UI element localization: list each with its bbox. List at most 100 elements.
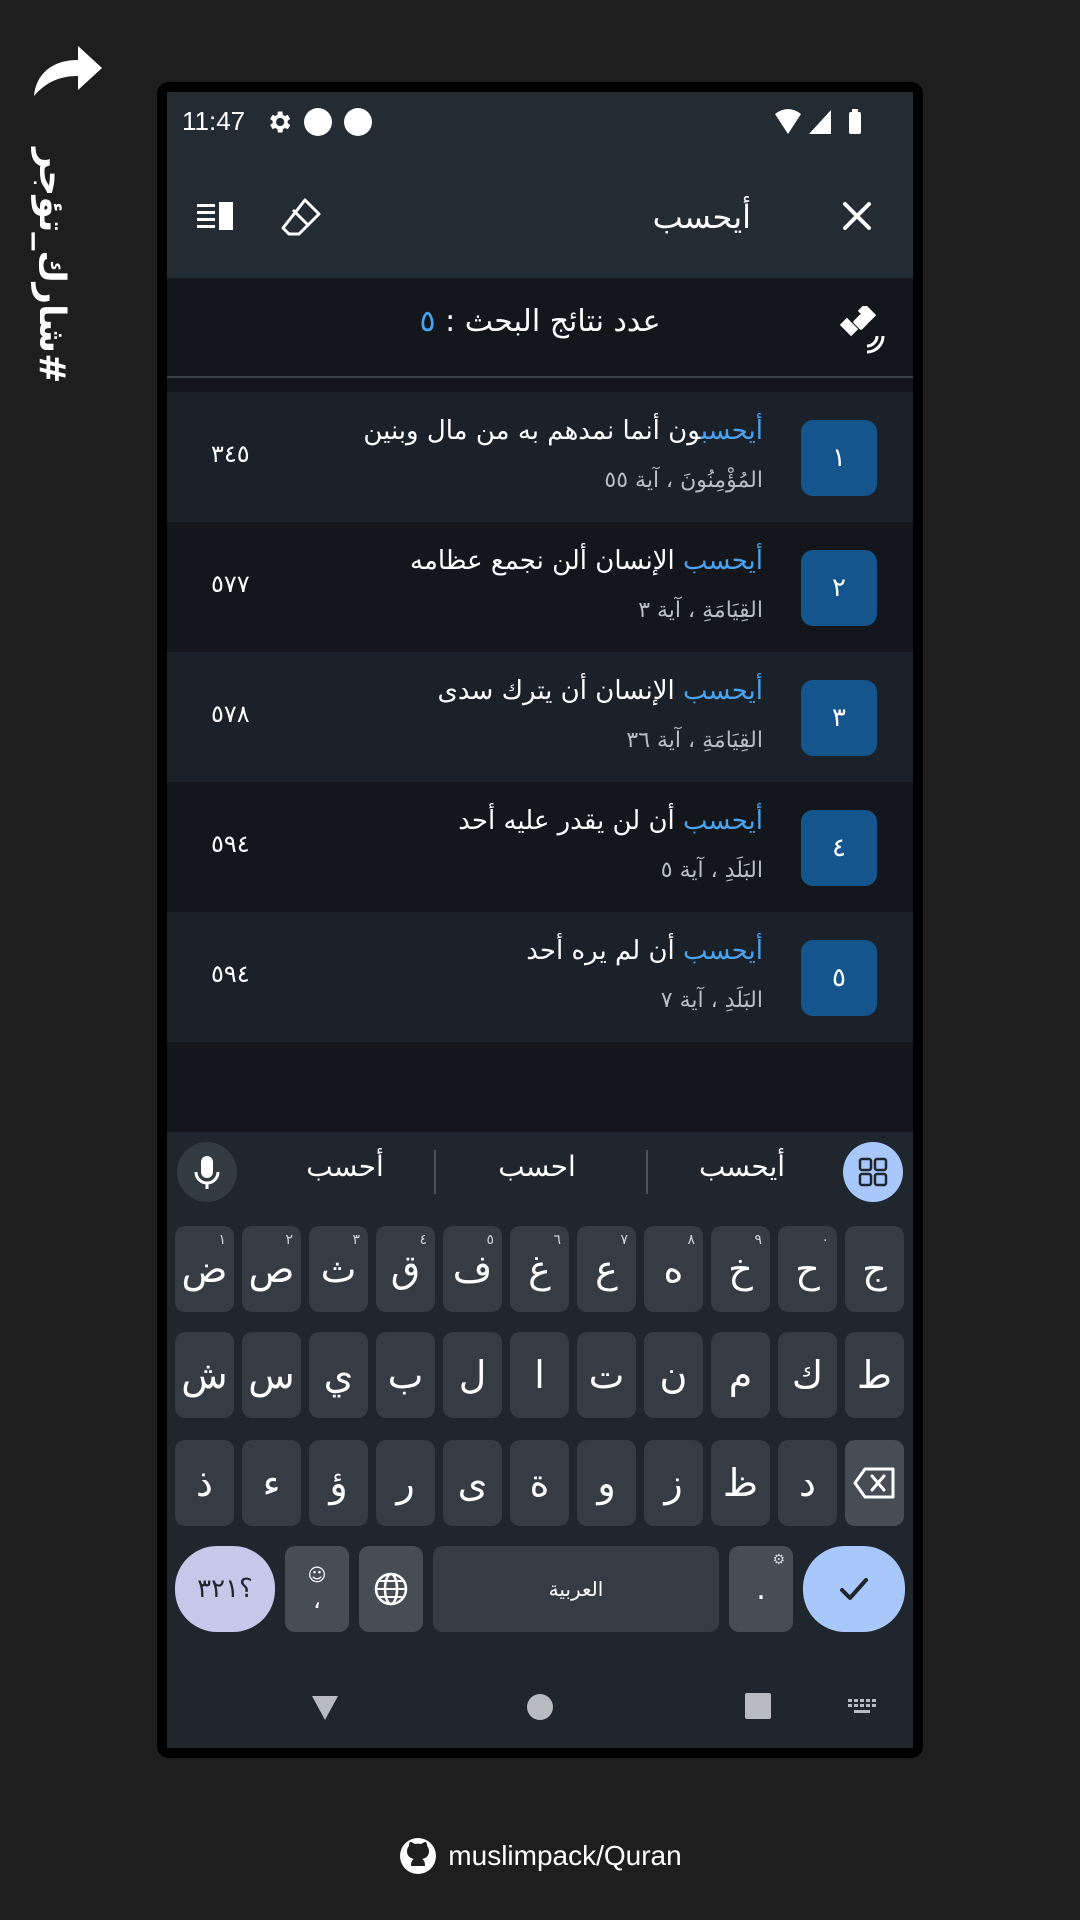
search-query[interactable]: أيحسب — [653, 198, 751, 236]
suggestion-item[interactable]: أحسب — [275, 1150, 415, 1183]
suggestion-divider — [434, 1150, 436, 1194]
result-highlight: أيحسب — [700, 416, 763, 446]
key-label: خ — [728, 1247, 753, 1291]
result-index-badge: ٣ — [801, 680, 877, 756]
result-reference: القِيَامَةِ ، آية ٣ — [638, 598, 763, 623]
key-label: ر — [396, 1461, 415, 1505]
key-label: ض — [181, 1247, 228, 1291]
enter-key[interactable] — [803, 1546, 905, 1632]
result-page-number: ٥٧٧ — [211, 570, 250, 598]
key-label: ص — [248, 1247, 295, 1291]
letter-key[interactable]: ل — [443, 1332, 502, 1418]
letter-key[interactable]: ك — [778, 1332, 837, 1418]
backspace-key[interactable] — [845, 1440, 904, 1526]
letter-key[interactable]: ش — [175, 1332, 234, 1418]
apps-grid-button[interactable] — [843, 1142, 903, 1202]
result-page-number: ٥٩٤ — [211, 960, 250, 988]
letter-key[interactable]: خ٩ — [711, 1226, 770, 1312]
letter-key[interactable]: ض١ — [175, 1226, 234, 1312]
key-label: ت — [588, 1353, 625, 1397]
letter-key[interactable]: ج — [845, 1226, 904, 1312]
letter-key[interactable]: ى — [443, 1440, 502, 1526]
letter-key[interactable]: ز — [644, 1440, 703, 1526]
result-row[interactable]: ٢ أيحسب الإنسان ألن نجمع عظامه القِيَامَ… — [167, 522, 913, 652]
letter-key[interactable]: س — [242, 1332, 301, 1418]
result-row[interactable]: ٣ أيحسب الإنسان أن يترك سدى القِيَامَةِ … — [167, 652, 913, 782]
symbols-key[interactable]: ؟٣٢١ — [175, 1546, 275, 1632]
microphone-button[interactable] — [177, 1142, 237, 1202]
letter-key[interactable]: ب — [376, 1332, 435, 1418]
key-label: ز — [664, 1461, 683, 1505]
letter-key[interactable]: ح٠ — [778, 1226, 837, 1312]
suggestion-item[interactable]: أيحسب — [667, 1150, 817, 1183]
microphone-icon — [194, 1156, 220, 1189]
letter-key[interactable]: ر — [376, 1440, 435, 1526]
letter-key[interactable]: ن — [644, 1332, 703, 1418]
key-label: و — [597, 1461, 616, 1505]
language-key[interactable] — [359, 1546, 423, 1632]
letter-key[interactable]: و — [577, 1440, 636, 1526]
result-verse-rest: أن لم يره أحد — [526, 936, 684, 966]
letter-key[interactable]: ظ — [711, 1440, 770, 1526]
result-index-badge: ٤ — [801, 810, 877, 886]
book-index-icon[interactable] — [193, 194, 237, 238]
letter-key[interactable]: م — [711, 1332, 770, 1418]
letter-key[interactable]: ق٤ — [376, 1226, 435, 1312]
emoji-icon: ☺ — [307, 1564, 327, 1586]
result-reference: المُؤْمِنُونَ ، آية ٥٥ — [604, 468, 763, 493]
result-index-badge: ٥ — [801, 940, 877, 1016]
back-nav-icon[interactable] — [310, 1692, 340, 1722]
letter-key[interactable]: ا — [510, 1332, 569, 1418]
github-link[interactable]: muslimpack/Quran — [398, 1836, 682, 1876]
letter-key[interactable]: ي — [309, 1332, 368, 1418]
period-key[interactable]: . ⚙ — [729, 1546, 793, 1632]
notification-dot-icon — [304, 108, 332, 136]
satellite-icon[interactable] — [837, 306, 885, 354]
letter-key[interactable]: ه٨ — [644, 1226, 703, 1312]
suggestion-item[interactable]: احسب — [467, 1150, 607, 1183]
result-verse-rest: الإنسان أن يترك سدى — [437, 676, 684, 706]
home-nav-icon[interactable] — [525, 1692, 555, 1722]
recents-nav-icon[interactable] — [744, 1692, 772, 1720]
letter-key[interactable]: ؤ — [309, 1440, 368, 1526]
result-verse-rest: الإنسان ألن نجمع عظامه — [410, 546, 684, 576]
key-label: ح — [795, 1247, 820, 1291]
result-page-number: ٥٧٨ — [211, 700, 250, 728]
letter-key[interactable]: ث٣ — [309, 1226, 368, 1312]
result-highlight: أيحسب — [683, 676, 763, 706]
letter-key[interactable]: ع٧ — [577, 1226, 636, 1312]
result-row[interactable]: ٤ أيحسب أن لن يقدر عليه أحد البَلَدِ ، آ… — [167, 782, 913, 912]
footer: muslimpack/Quran — [0, 1836, 1080, 1880]
letter-key[interactable]: ص٢ — [242, 1226, 301, 1312]
space-key[interactable]: العربية — [433, 1546, 719, 1632]
letter-key[interactable]: د — [778, 1440, 837, 1526]
results-list: ١ أيحسبون أنما نمدهم به من مال وبنين الم… — [167, 392, 913, 1042]
letter-key[interactable]: ت — [577, 1332, 636, 1418]
result-row[interactable]: ٥ أيحسب أن لم يره أحد البَلَدِ ، آية ٧ ٥… — [167, 912, 913, 1042]
share-hashtag-text: #شارك_تؤجر — [31, 148, 72, 384]
key-hint: ٠ — [821, 1232, 829, 1248]
search-toolbar: أيحسب — [167, 154, 913, 278]
keyboard: أحسب احسب أيحسب جح٠خ٩ه٨ع٧غ٦ف٥ق٤ث٣ص٢ض١طكم… — [167, 1132, 913, 1748]
battery-icon — [849, 112, 861, 134]
close-icon[interactable] — [835, 194, 879, 238]
result-verse: أيحسب أن لم يره أحد — [526, 936, 763, 966]
app-screen: 11:47 أيحسب عدد نتائج البحث: ٥ ١ أيحسبو… — [167, 92, 913, 1748]
backspace-icon — [853, 1467, 894, 1499]
result-row[interactable]: ١ أيحسبون أنما نمدهم به من مال وبنين الم… — [167, 392, 913, 522]
signal-icon — [809, 110, 831, 134]
letter-key[interactable]: ء — [242, 1440, 301, 1526]
eraser-icon[interactable] — [279, 194, 323, 238]
letter-key[interactable]: ذ — [175, 1440, 234, 1526]
keyboard-switch-icon[interactable] — [847, 1698, 877, 1716]
letter-key[interactable]: ة — [510, 1440, 569, 1526]
letter-key[interactable]: غ٦ — [510, 1226, 569, 1312]
emoji-comma-key[interactable]: ☺ ، — [285, 1546, 349, 1632]
key-label: ف — [452, 1247, 493, 1291]
results-count-label: عدد نتائج البحث : — [445, 304, 661, 339]
key-label: ج — [862, 1247, 887, 1291]
key-label: ب — [387, 1353, 424, 1397]
letter-key[interactable]: ف٥ — [443, 1226, 502, 1312]
key-label: ظ — [722, 1461, 759, 1505]
letter-key[interactable]: ط — [845, 1332, 904, 1418]
